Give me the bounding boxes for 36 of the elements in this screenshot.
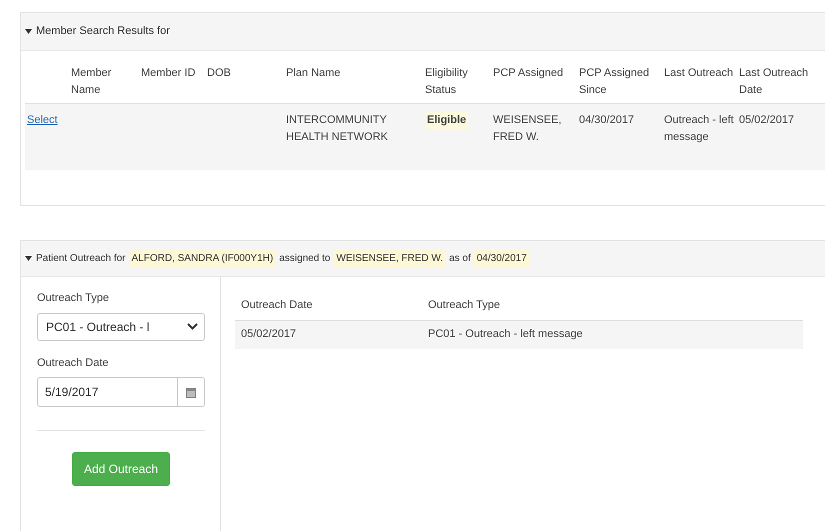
table-cell-text: INTERCOMMUNITY HEALTH NETWORK [286,113,389,145]
column-header: PCP Assigned Since [579,66,650,98]
table-cell-text: WEISENSEE, FRED W. [493,113,562,145]
highlighted-value: 04/30/2017 [474,249,530,268]
chevron-down-icon [187,323,198,330]
date-field[interactable]: 5/19/2017 [37,377,178,407]
caret-icon[interactable] [25,29,32,34]
column-header: Member ID [141,66,196,81]
title-text: as of [449,252,471,266]
field-label: Outreach Type [37,291,110,306]
caret-icon[interactable] [25,256,32,261]
column-header: PCP Assigned [493,66,564,81]
column-header: Outreach Type [428,299,500,311]
column-header: Last Outreach Date [739,66,810,98]
select-link[interactable]: Select [27,114,58,126]
outreach-type-select[interactable]: PC01 - Outreach - l [37,312,205,340]
column-header: Member Name [71,66,112,98]
title-text: Patient Outreach for [36,252,126,266]
highlighted-value: WEISENSEE, FRED W. [333,249,446,268]
eligibility-status: Eligible [425,112,468,129]
table-cell-text: 05/02/2017 [739,113,796,128]
panel-title: Member Search Results for [36,24,170,40]
table-cell: PC01 - Outreach - left message [428,328,583,340]
table-cell-text: Outreach - left message [664,113,735,145]
column-header: Eligibility Status [425,66,469,98]
calendar-icon [186,386,196,398]
table-cell: 05/02/2017 [241,328,296,340]
column-header: DOB [207,66,232,81]
highlighted-value: ALFORD, SANDRA (IF000Y1H) [128,249,276,268]
calendar-button[interactable] [178,377,205,407]
table-cell-text: 04/30/2017 [579,113,636,128]
column-header: Outreach Date [241,299,313,311]
field-label: Outreach Date [37,356,110,370]
title-text: assigned to [279,252,330,266]
column-header: Last Outreach [664,66,734,81]
column-header: Plan Name [286,66,342,81]
